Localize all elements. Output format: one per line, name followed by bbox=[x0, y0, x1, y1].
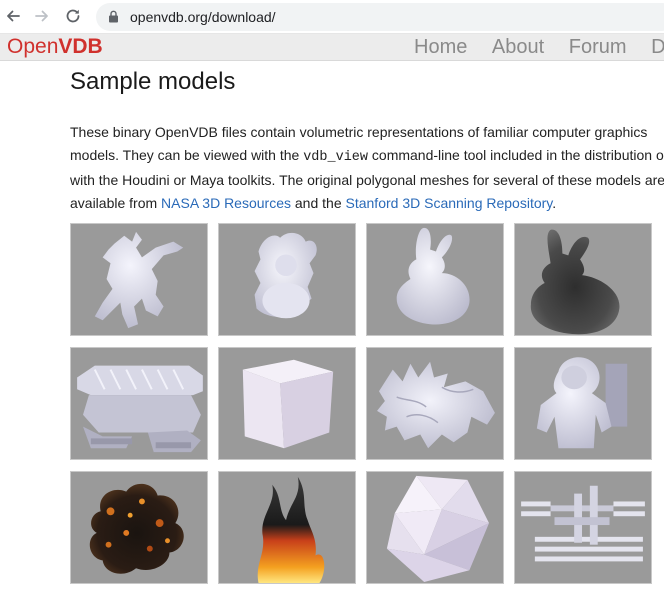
armadillo-model-icon bbox=[94, 231, 184, 329]
model-tile-space-station[interactable] bbox=[514, 471, 652, 584]
desc-text: models. They can be viewed with the bbox=[70, 146, 304, 163]
nav-download[interactable]: Do bbox=[651, 35, 664, 59]
back-arrow-icon bbox=[7, 10, 20, 22]
fire-model-icon bbox=[257, 476, 325, 583]
address-bar[interactable]: openvdb.org/download/ bbox=[96, 3, 664, 31]
model-tile-bunny-cloud[interactable] bbox=[514, 223, 652, 336]
site-logo[interactable]: OpenVDB bbox=[7, 35, 103, 59]
forward-button[interactable] bbox=[31, 5, 53, 27]
model-tile-armadillo[interactable] bbox=[70, 223, 208, 336]
desc-text: available from bbox=[70, 194, 162, 211]
logo-open: Open bbox=[7, 35, 59, 58]
desc-line-1: These binary OpenVDB files contain volum… bbox=[70, 124, 648, 140]
desc-text: and the bbox=[291, 194, 346, 211]
bunny-cloud-model-icon bbox=[530, 229, 620, 335]
astronaut-model-icon bbox=[536, 357, 628, 449]
crawler-model-icon bbox=[77, 365, 203, 453]
space-station-model-icon bbox=[521, 485, 645, 562]
model-tile-crawler[interactable] bbox=[70, 347, 208, 460]
model-tile-cube[interactable] bbox=[218, 347, 356, 460]
page-title: Sample models bbox=[70, 68, 236, 95]
nav-home[interactable]: Home bbox=[414, 35, 467, 59]
desc-line-4: available from NASA 3D Resources and the… bbox=[70, 192, 664, 215]
nav-about[interactable]: About bbox=[492, 35, 544, 59]
vdb-view-code: vdb_view bbox=[303, 149, 369, 165]
forward-arrow-icon bbox=[35, 10, 48, 22]
reload-button[interactable] bbox=[62, 5, 84, 27]
model-tile-dragon[interactable] bbox=[366, 347, 504, 460]
site-header: OpenVDB Home About Forum Do bbox=[0, 34, 664, 61]
main-nav: Home About Forum Do bbox=[414, 35, 664, 59]
url-text[interactable]: openvdb.org/download/ bbox=[130, 9, 276, 25]
model-tile-astronaut[interactable] bbox=[514, 347, 652, 460]
stanford-link[interactable]: Stanford 3D Scanning Repository bbox=[346, 195, 553, 211]
desc-line-2: models. They can be viewed with the vdb_… bbox=[70, 144, 664, 170]
nasa-link[interactable]: NASA 3D Resources bbox=[161, 195, 291, 211]
desc-line-3: with the Houdini or Maya toolkits. The o… bbox=[70, 172, 664, 188]
model-tile-buddha[interactable] bbox=[218, 223, 356, 336]
model-tile-bunny[interactable] bbox=[366, 223, 504, 336]
page-description: These binary OpenVDB files contain volum… bbox=[70, 121, 664, 214]
cube-model-icon bbox=[242, 359, 334, 449]
model-tile-explosion[interactable] bbox=[70, 471, 208, 584]
dragon-model-icon bbox=[377, 361, 495, 449]
back-button[interactable] bbox=[2, 5, 24, 27]
buddha-model-icon bbox=[254, 232, 317, 319]
desc-text: . bbox=[552, 194, 557, 211]
lock-icon[interactable] bbox=[108, 10, 119, 23]
logo-vdb: VDB bbox=[58, 35, 103, 58]
bunny-model-icon bbox=[396, 227, 470, 325]
icosahedron-model-icon bbox=[386, 475, 490, 583]
reload-icon bbox=[66, 9, 80, 23]
explosion-model-icon bbox=[89, 483, 184, 574]
nav-forum[interactable]: Forum bbox=[569, 35, 627, 59]
model-grid bbox=[70, 223, 664, 591]
desc-text: command-line tool included in the distri… bbox=[368, 146, 664, 163]
model-tile-fire[interactable] bbox=[218, 471, 356, 584]
model-tile-icosahedron[interactable] bbox=[366, 471, 504, 584]
browser-toolbar: openvdb.org/download/ bbox=[0, 0, 664, 34]
